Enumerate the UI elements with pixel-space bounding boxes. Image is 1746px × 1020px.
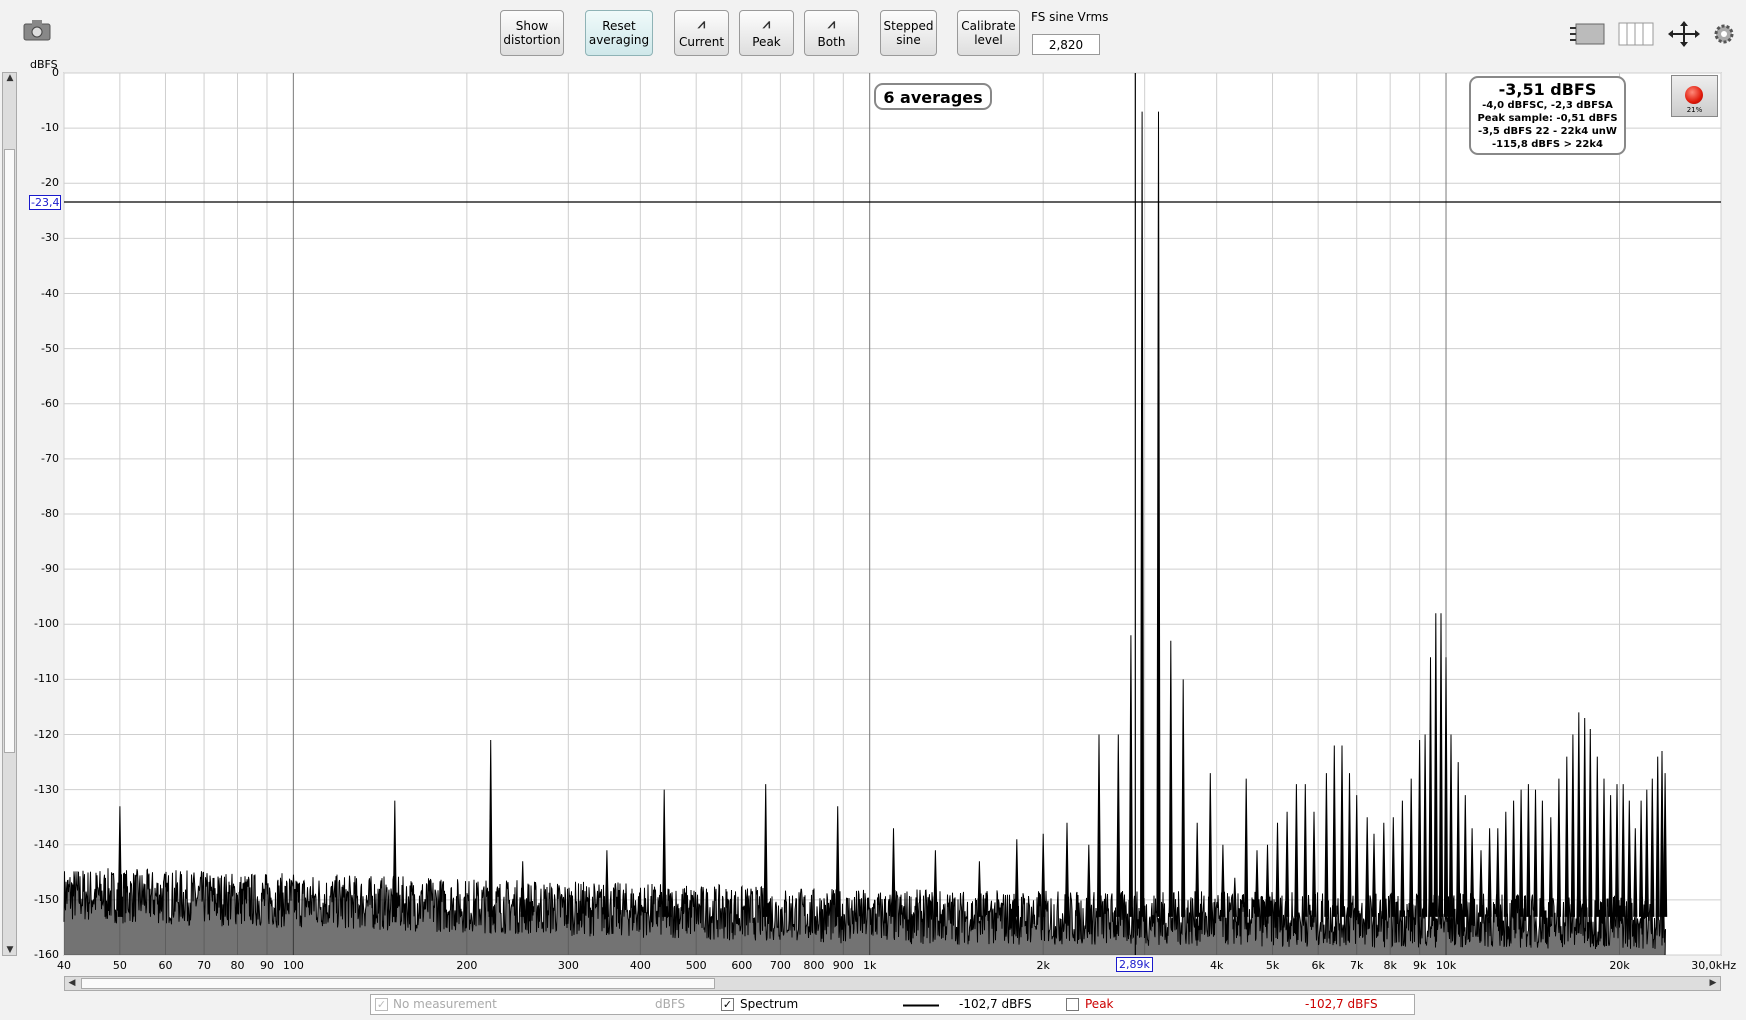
- x-tick-label: 700: [769, 959, 791, 972]
- x-tick-label: 60: [158, 959, 173, 972]
- x-tick-label: 4k: [1209, 959, 1224, 972]
- x-tick-label: 300: [557, 959, 579, 972]
- spectrum-value: -102,7 dBFS: [959, 997, 1032, 1011]
- legend-bar: ✓ No measurement dBFS ✓ Spectrum -102,7 …: [370, 994, 1415, 1015]
- x-tick-label: 10k: [1435, 959, 1457, 972]
- x-tick-label: 8k: [1383, 959, 1397, 972]
- no-measurement-checkbox: ✓: [375, 998, 388, 1011]
- rms-main: -3,51 dBFS: [1498, 80, 1597, 99]
- y-tick-label: -130: [34, 782, 59, 796]
- rms-readout: -3,51 dBFS -4,0 dBFSC, -2,3 dBFSA Peak s…: [1469, 76, 1626, 155]
- vertical-scrollbar[interactable]: ▲ ▼: [2, 72, 17, 956]
- scroll-up-icon[interactable]: ▲: [3, 73, 17, 83]
- record-percent: 21%: [1686, 106, 1703, 114]
- y-tick-label: -80: [41, 507, 59, 520]
- y-tick-label: -20: [41, 176, 59, 190]
- rms-line3: -3,5 dBFS 22 - 22k4 unW: [1478, 126, 1617, 137]
- y-tick-label: -110: [34, 672, 59, 686]
- spectrum-label: Spectrum: [740, 997, 799, 1011]
- y-tick-label: -100: [34, 617, 59, 631]
- averages-badge: 6 averages: [874, 83, 992, 110]
- x-tick-label: 30,0kHz: [1691, 959, 1737, 972]
- y-tick-label: -150: [34, 892, 59, 906]
- y-tick-label: -70: [41, 451, 59, 465]
- x-tick-label: 40: [57, 959, 71, 972]
- no-measurement-label: No measurement: [393, 997, 497, 1011]
- x-tick-label: 100: [282, 959, 304, 972]
- y-tick-label: 0: [52, 66, 59, 79]
- rms-line4: -115,8 dBFS > 22k4: [1492, 139, 1603, 150]
- x-tick-label: 50: [112, 959, 127, 972]
- x-tick-label: 1k: [862, 959, 877, 972]
- legend-unit: dBFS: [655, 997, 686, 1011]
- y-tick-label: -40: [41, 286, 59, 300]
- scroll-left-icon[interactable]: ◀: [65, 978, 79, 988]
- x-tick-label: 80: [230, 959, 245, 972]
- x-tick-label: 900: [832, 959, 854, 972]
- x-tick-label: 200: [456, 959, 478, 972]
- horizontal-scrollbar[interactable]: ◀ ▶: [64, 976, 1721, 991]
- x-tick-label: 70: [197, 959, 212, 972]
- x-tick-label: 400: [629, 959, 651, 972]
- x-tick-label: 5k: [1265, 959, 1280, 972]
- cursor-x-readout[interactable]: 2,89k: [1116, 957, 1153, 972]
- cursor-y-readout[interactable]: -23,4: [29, 195, 62, 210]
- rms-line2: Peak sample: -0,51 dBFS: [1477, 113, 1618, 124]
- spectrum-line-swatch: [903, 1004, 939, 1007]
- x-tick-label: 6k: [1311, 959, 1325, 972]
- peak-checkbox[interactable]: [1066, 998, 1079, 1011]
- x-tick-label: 600: [731, 959, 753, 972]
- scroll-right-icon[interactable]: ▶: [1706, 978, 1720, 988]
- record-icon: [1685, 86, 1703, 104]
- y-tick-label: -160: [34, 948, 59, 961]
- scroll-down-icon[interactable]: ▼: [3, 945, 17, 955]
- peak-value: -102,7 dBFS: [1305, 997, 1378, 1011]
- x-tick-label: 90: [259, 959, 274, 972]
- horizontal-scroll-thumb[interactable]: [81, 978, 715, 989]
- y-tick-label: -90: [41, 562, 59, 576]
- x-tick-label: 500: [685, 959, 707, 972]
- peak-label: Peak: [1085, 997, 1114, 1011]
- spectrum-checkbox[interactable]: ✓: [721, 998, 734, 1011]
- x-tick-label: 2k: [1036, 959, 1050, 972]
- x-tick-label: 9k: [1412, 959, 1427, 972]
- y-tick-label: -10: [41, 121, 59, 135]
- record-button[interactable]: 21%: [1671, 75, 1718, 117]
- vertical-scroll-thumb[interactable]: [4, 149, 15, 753]
- rms-line1: -4,0 dBFSC, -2,3 dBFSA: [1482, 100, 1613, 111]
- x-tick-label: 20k: [1609, 959, 1630, 972]
- y-tick-label: -140: [34, 837, 59, 851]
- y-tick-label: -50: [41, 341, 59, 355]
- x-tick-label: 800: [803, 959, 825, 972]
- y-tick-label: -30: [41, 231, 59, 245]
- y-tick-label: -120: [34, 727, 59, 741]
- y-tick-label: -60: [41, 396, 59, 410]
- x-tick-label: 7k: [1350, 959, 1364, 972]
